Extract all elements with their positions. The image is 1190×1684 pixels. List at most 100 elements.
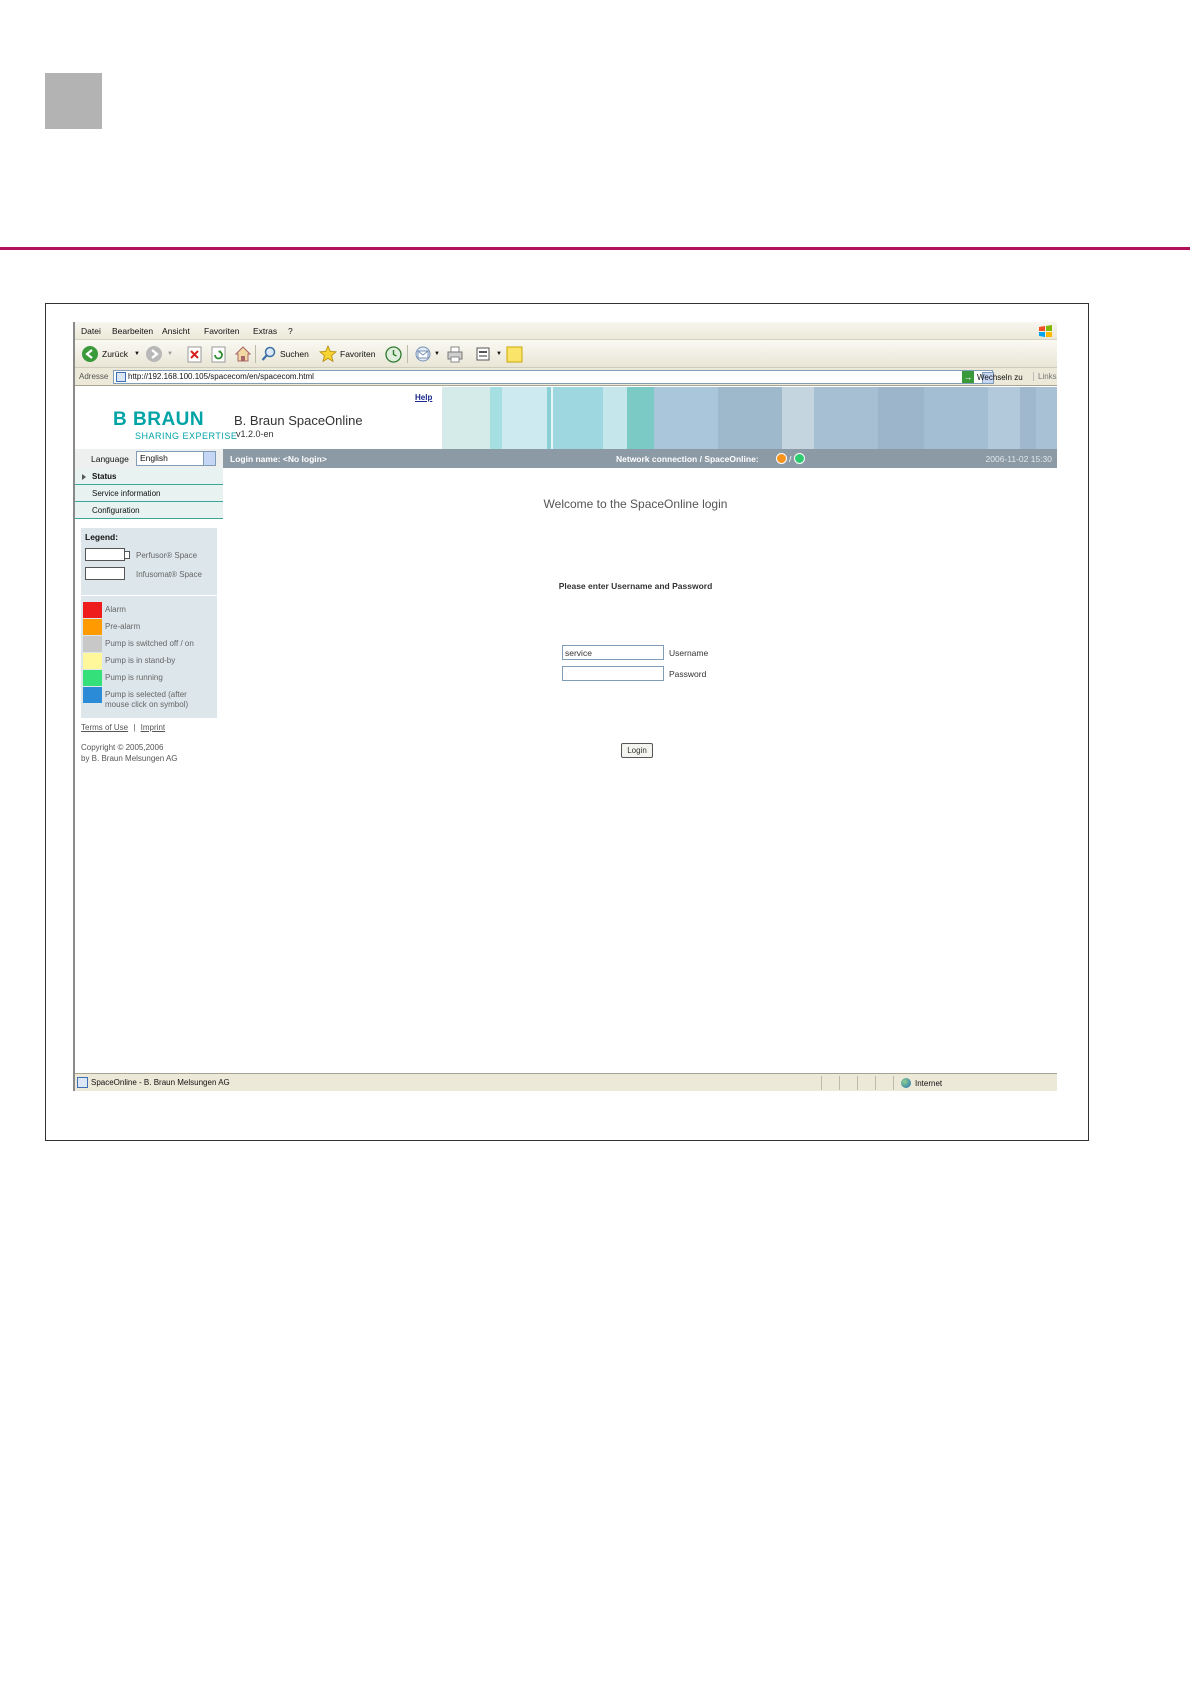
stop-icon	[187, 346, 202, 362]
sidebar-item-label: Service information	[92, 489, 161, 498]
help-link[interactable]: Help	[415, 393, 432, 402]
username-label: Username	[669, 648, 709, 658]
login-name-status: Login name: <No login>	[230, 454, 327, 464]
refresh-icon	[211, 346, 226, 362]
address-bar: Adresse http://192.168.100.105/spacecom/…	[75, 368, 1057, 386]
standby-swatch	[83, 653, 102, 669]
favorites-label: Favoriten	[340, 349, 376, 359]
globe-icon	[901, 1078, 911, 1088]
welcome-heading: Welcome to the SpaceOnline login	[543, 497, 728, 511]
copyright-line: Copyright © 2005,2006	[81, 743, 164, 752]
network-connection-label: Network connection / SpaceOnline:	[616, 454, 759, 464]
header-banner	[442, 387, 1057, 449]
links-label[interactable]: Links	[1033, 372, 1057, 381]
sidebar-item-label: Status	[92, 472, 117, 481]
status-separator	[875, 1076, 876, 1090]
edit-button[interactable]: ▼	[476, 345, 502, 363]
menu-extras[interactable]: Extras	[253, 326, 277, 336]
legend-state: Pump is selected (after mouse click on s…	[105, 690, 189, 709]
forward-dropdown-icon[interactable]: ▼	[167, 351, 173, 357]
mail-button[interactable]: ▼	[414, 345, 440, 363]
address-input[interactable]: http://192.168.100.105/spacecom/en/space…	[113, 370, 994, 384]
timestamp: 2006-11-02 15:30	[985, 454, 1052, 464]
go-arrow-icon: →	[962, 371, 974, 383]
toolbar-separator	[407, 345, 408, 363]
info-bar: Login name: <No login> Network connectio…	[223, 449, 1057, 468]
bbraun-logo: B BRAUN	[113, 409, 205, 430]
led-separator: /	[789, 454, 792, 464]
login-button[interactable]: Login	[621, 743, 653, 758]
status-separator	[821, 1076, 822, 1090]
back-dropdown-icon[interactable]: ▼	[134, 351, 140, 357]
legend-divider	[81, 595, 217, 596]
legend-infusomat: Infusomat® Space	[136, 570, 202, 579]
refresh-button[interactable]	[211, 345, 226, 363]
stop-button[interactable]	[187, 345, 202, 363]
print-button[interactable]	[446, 345, 464, 363]
back-button[interactable]: Zurück ▼	[81, 345, 140, 363]
search-icon	[261, 346, 276, 361]
home-button[interactable]	[234, 345, 252, 363]
password-field[interactable]	[562, 666, 664, 681]
menu-file[interactable]: Datei	[81, 326, 101, 336]
status-row: Language English Login name: <No login> …	[75, 449, 1057, 468]
mail-dropdown-icon[interactable]: ▼	[434, 351, 440, 357]
copyright-line: by B. Braun Melsungen AG	[81, 754, 178, 763]
network-led-icon	[776, 453, 787, 464]
forward-arrow-icon	[146, 346, 162, 362]
login-panel: Welcome to the SpaceOnline login Please …	[223, 468, 1057, 1078]
notes-button[interactable]	[506, 345, 523, 363]
legend: Legend: Perfusor® Space Infusomat® Space…	[81, 528, 217, 718]
page-icon	[77, 1077, 88, 1088]
sidebar-item-label: Configuration	[92, 506, 140, 515]
address-url: http://192.168.100.105/spacecom/en/space…	[128, 372, 314, 381]
status-separator	[893, 1076, 894, 1090]
login-prompt: Please enter Username and Password	[558, 581, 713, 591]
footer-divider: |	[133, 723, 136, 732]
app-title: B. Braun SpaceOnline	[234, 413, 363, 428]
status-separator	[839, 1076, 840, 1090]
back-label: Zurück	[102, 349, 128, 359]
page-header: B BRAUN SHARING EXPERTISE B. Braun Space…	[75, 387, 1057, 449]
menu-help[interactable]: ?	[288, 326, 293, 336]
favorites-button[interactable]: Favoriten	[319, 345, 375, 363]
language-select[interactable]: English	[136, 451, 216, 466]
expand-arrow-icon	[82, 474, 86, 480]
history-button[interactable]	[385, 345, 402, 363]
selected-swatch	[83, 687, 102, 703]
app-version: v1.2.0-en	[236, 429, 274, 439]
search-button[interactable]: Suchen	[261, 345, 309, 363]
status-bar: SpaceOnline - B. Braun Melsungen AG Inte…	[75, 1073, 1057, 1091]
legend-state: Alarm	[105, 605, 126, 614]
menu-favorites[interactable]: Favoriten	[204, 326, 239, 336]
legend-state: Pre-alarm	[105, 622, 141, 631]
language-selected: English	[140, 453, 168, 463]
infusomat-pump-icon	[85, 567, 125, 580]
mail-icon	[415, 346, 431, 362]
spaceonline-led-icon	[794, 453, 805, 464]
forward-button[interactable]: ▼	[145, 345, 173, 363]
status-separator	[857, 1076, 858, 1090]
sidebar-item-status[interactable]: Status	[75, 468, 223, 485]
legend-state: Pump is switched off / on	[105, 639, 194, 648]
menu-view[interactable]: Ansicht	[162, 326, 190, 336]
edit-dropdown-icon[interactable]: ▼	[496, 351, 502, 357]
back-arrow-icon	[82, 346, 98, 362]
terms-link[interactable]: Terms of Use	[81, 723, 128, 732]
username-field[interactable]	[562, 645, 664, 660]
history-clock-icon	[385, 345, 402, 363]
go-button[interactable]: → Wechseln zu	[962, 371, 1023, 383]
menu-bar: Datei Bearbeiten Ansicht Favoriten Extra…	[75, 322, 1057, 340]
browser-window: Datei Bearbeiten Ansicht Favoriten Extra…	[73, 322, 1057, 1091]
switched-off-swatch	[83, 636, 102, 652]
menu-edit[interactable]: Bearbeiten	[112, 326, 153, 336]
chevron-down-icon[interactable]	[203, 452, 215, 465]
sidebar-item-configuration[interactable]: Configuration	[75, 502, 223, 519]
toolbar: Zurück ▼ ▼ Suchen Favoriten ▼ ▼	[75, 340, 1057, 368]
sidebar-item-service-information[interactable]: Service information	[75, 485, 223, 502]
header-rule	[0, 247, 1190, 250]
imprint-link[interactable]: Imprint	[141, 723, 165, 732]
home-icon	[234, 346, 252, 362]
logo-tagline: SHARING EXPERTISE	[135, 431, 238, 441]
legend-state: Pump is running	[105, 673, 163, 682]
